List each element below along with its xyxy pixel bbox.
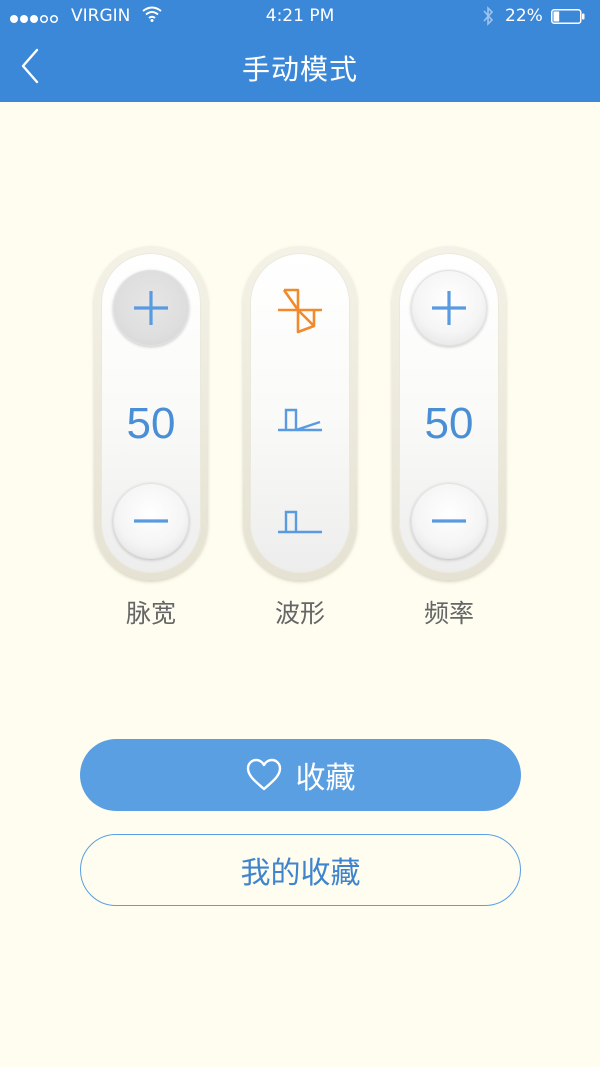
header: VIRGIN 4:21 PM 22% 手动模式 [0, 0, 600, 102]
waveform-label: 波形 [274, 599, 325, 628]
frequency-control: 50 [392, 246, 506, 580]
battery-percent: 22% [505, 6, 543, 26]
frequency-increase-button[interactable] [411, 270, 487, 346]
favorite-button-label: 收藏 [295, 761, 356, 796]
my-favorites-button[interactable]: 我的收藏 [80, 834, 521, 906]
plus-icon [432, 291, 466, 325]
favorite-button[interactable]: 收藏 [80, 739, 521, 811]
frequency-decrease-button[interactable] [411, 483, 487, 559]
nav-bar: 手动模式 [0, 34, 600, 102]
waveform-control [243, 246, 357, 580]
plus-icon [134, 291, 168, 325]
frequency-label: 频率 [423, 599, 474, 628]
heart-outline-icon [246, 758, 281, 791]
frequency-value: 50 [424, 399, 474, 448]
waveform-b-icon [278, 408, 322, 432]
status-bar: VIRGIN 4:21 PM 22% [0, 0, 600, 34]
pulse-width-value: 50 [126, 399, 176, 448]
bluetooth-icon [481, 4, 495, 33]
minus-icon [432, 519, 466, 523]
page-title: 手动模式 [241, 53, 358, 86]
battery-icon [551, 9, 585, 24]
pulse-width-decrease-button[interactable] [113, 483, 189, 559]
waveform-c-icon [278, 510, 322, 534]
my-favorites-button-label: 我的收藏 [240, 856, 361, 891]
pulse-width-increase-button[interactable] [113, 270, 189, 346]
pulse-width-label: 脉宽 [125, 599, 176, 628]
pulse-width-control: 50 [94, 246, 208, 580]
waveform-option-b[interactable] [272, 392, 328, 448]
waveform-a-icon [278, 288, 322, 334]
waveform-option-a[interactable] [272, 283, 328, 339]
waveform-option-c[interactable] [272, 494, 328, 550]
minus-icon [134, 519, 168, 523]
